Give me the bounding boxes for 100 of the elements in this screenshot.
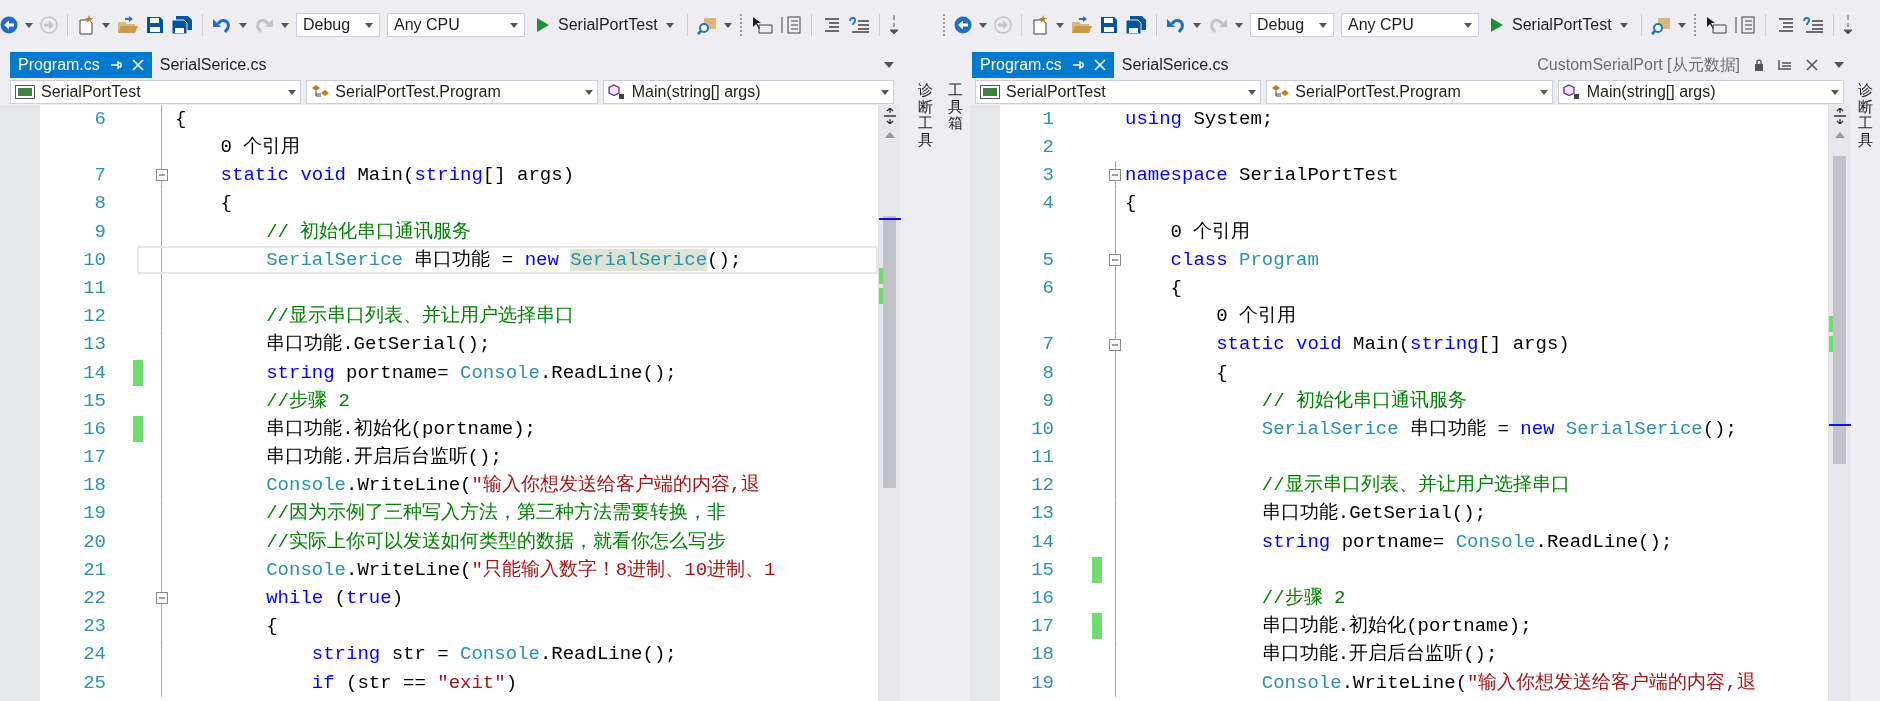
document-tab[interactable]: Program.cs [10,52,152,78]
vertical-scrollbar[interactable] [878,105,900,701]
help-lines-icon[interactable] [1801,16,1824,34]
reference-count[interactable]: 0 个引用 [1170,217,1251,247]
overflow-icon[interactable] [888,14,899,36]
code-line: Console.WriteLine("输入你想发送给客户端的内容,退 [266,473,761,499]
member-dropdown[interactable]: Main(string[] args) [602,80,894,104]
caret-icon[interactable] [1193,22,1201,28]
overflow-icon[interactable] [1842,14,1853,36]
scroll-up-icon[interactable] [884,132,895,138]
collapse-icon[interactable] [1109,169,1121,182]
cursor-box-icon[interactable] [750,15,773,35]
close-icon[interactable] [1806,59,1818,71]
document-tab[interactable]: Program.cs [972,52,1114,78]
split-icon[interactable] [882,108,897,124]
line-number: 11 [82,275,107,301]
columns-icon[interactable] [779,15,802,35]
caret-icon [288,89,297,95]
tool-window-tab[interactable]: 诊断工具 [1857,82,1873,148]
caret-icon[interactable] [1677,22,1686,28]
type-dropdown[interactable]: SerialPortTest.Program [1266,80,1553,104]
code-line: string str = Console.ReadLine(); [311,642,677,668]
caret-icon[interactable] [25,22,33,28]
save-icon[interactable] [146,16,164,34]
collapse-icon[interactable] [155,592,168,605]
pin-icon[interactable] [1071,59,1084,71]
cursor-box-icon[interactable] [1704,15,1727,35]
caret-icon [1319,22,1327,28]
code-line: 串口功能.初始化(portname); [266,416,537,442]
caret-icon[interactable] [281,22,289,28]
line-number: 14 [1030,529,1055,555]
start-button[interactable]: SerialPortTest [532,13,678,37]
caret-icon[interactable] [239,22,247,28]
columns-icon[interactable] [1733,15,1756,35]
line-number: 12 [82,304,107,330]
save-all-icon[interactable] [171,15,193,35]
configuration-dropdown[interactable]: Debug [296,13,380,37]
caret-icon[interactable] [102,22,110,28]
project-dropdown[interactable]: SerialPortTest [975,80,1262,104]
pin-icon[interactable] [109,59,122,71]
document-tab[interactable]: SerialSerice.cs [1113,52,1237,78]
open-folder-icon[interactable] [1071,15,1093,35]
save-icon[interactable] [1100,16,1118,34]
scroll-marker [1829,316,1833,332]
vertical-scrollbar[interactable] [1828,105,1850,701]
caret-icon[interactable] [1056,22,1064,28]
code-line: // 初始化串口通讯服务 [1261,388,1468,414]
new-project-icon[interactable] [77,15,95,35]
code-line: 串口功能.GetSerial(); [266,332,491,358]
caret-icon[interactable] [979,22,987,28]
platform-dropdown[interactable]: Any CPU [387,13,525,37]
help-lines-icon[interactable] [847,16,870,34]
collapse-icon[interactable] [1109,254,1121,267]
find-folder-icon[interactable] [696,15,717,35]
tab-list-icon[interactable] [1834,62,1844,68]
line-number: 3 [1041,163,1055,189]
line-number: 13 [1030,501,1055,527]
type-dropdown[interactable]: SerialPortTest.Program [306,80,598,104]
configuration-dropdown[interactable]: Debug [1250,13,1334,37]
preview-tab[interactable]: CustomSerialPort [从元数据] [1529,52,1826,78]
back-icon[interactable] [954,16,972,34]
scroll-thumb[interactable] [883,216,896,488]
line-number: 12 [1030,473,1055,499]
code-line: //步骤 2 [1261,586,1346,612]
code-line: SerialSerice 串口功能 = new SerialSerice(); [266,247,742,273]
project-dropdown[interactable]: SerialPortTest [10,80,302,104]
caret-icon[interactable] [723,22,732,28]
platform-dropdown[interactable]: Any CPU [1341,13,1479,37]
code-line: 串口功能.GetSerial(); [1261,501,1487,527]
code-line: static void Main(string[] args) [1216,332,1570,358]
scroll-up-icon[interactable] [1834,132,1845,138]
save-all-icon[interactable] [1125,15,1147,35]
scroll-marker [1829,424,1851,426]
code-line: //显示串口列表、并让用户选择串口 [266,304,574,330]
line-number: 25 [82,670,107,696]
collapse-icon[interactable] [155,169,168,182]
tab-list-icon[interactable] [884,62,894,68]
tool-window-tab[interactable]: 工具箱 [947,82,963,132]
document-tab[interactable]: SerialSerice.cs [151,52,275,78]
member-dropdown[interactable]: Main(string[] args) [1557,80,1844,104]
line-number: 18 [82,473,107,499]
line-number: 7 [1041,332,1055,358]
caret-icon[interactable] [1235,22,1243,28]
reference-count[interactable]: 0 个引用 [1216,302,1296,331]
code-line: Console.WriteLine("输入你想发送给客户端的内容,退 [1261,670,1756,696]
back-icon[interactable] [0,16,18,34]
new-project-icon[interactable] [1031,15,1049,35]
find-folder-icon[interactable] [1650,15,1671,35]
reference-count[interactable]: 0 个引用 [220,133,301,162]
tool-window-tab[interactable]: 诊断工具 [917,82,933,148]
line-number: 11 [1030,445,1055,471]
start-button[interactable]: SerialPortTest [1486,13,1632,37]
code-line: using System; [1125,106,1274,132]
scroll-thumb[interactable] [1833,156,1846,464]
collapse-icon[interactable] [1109,338,1121,351]
split-icon[interactable] [1832,108,1847,124]
lock-icon[interactable] [1754,59,1764,71]
line-number: 6 [1041,275,1055,301]
code-line: Console.WriteLine("只能输入数字！8进制、10进制、1 [266,557,776,583]
open-folder-icon[interactable] [117,15,139,35]
